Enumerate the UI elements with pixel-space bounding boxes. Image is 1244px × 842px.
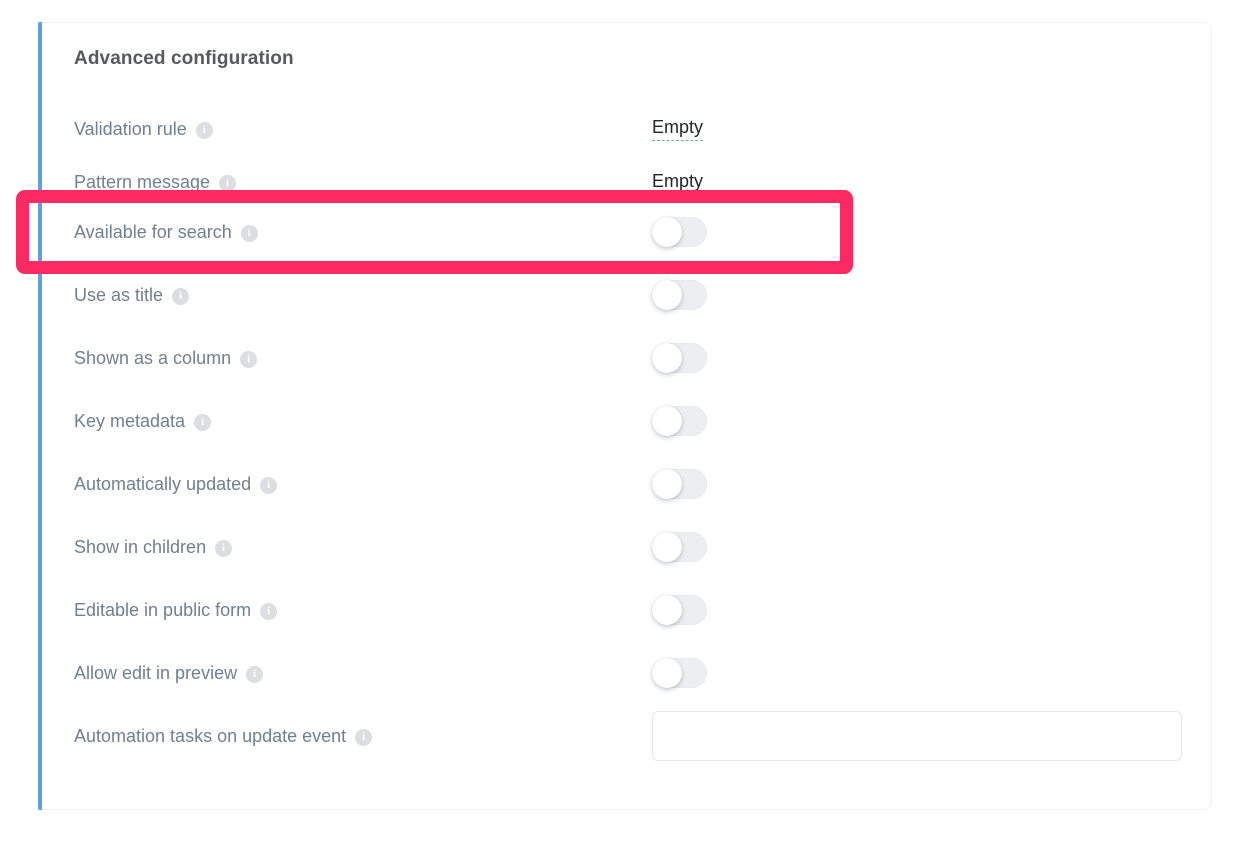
toggle-knob bbox=[652, 406, 682, 436]
empty-value-link[interactable]: Empty bbox=[652, 171, 703, 194]
empty-value-link[interactable]: Empty bbox=[652, 117, 703, 141]
row-label: Automatically updated i bbox=[74, 474, 652, 495]
info-icon[interactable]: i bbox=[240, 351, 257, 368]
row-label-text: Shown as a column bbox=[74, 348, 231, 369]
row-value bbox=[652, 343, 1184, 373]
info-icon[interactable]: i bbox=[241, 225, 258, 242]
toggle-knob bbox=[652, 280, 682, 310]
row-value bbox=[652, 658, 1184, 688]
config-row: Use as title i bbox=[74, 278, 1184, 312]
config-row: Show in children i bbox=[74, 530, 1184, 564]
toggle-knob bbox=[652, 469, 682, 499]
info-icon[interactable]: i bbox=[355, 729, 372, 746]
toggle-switch[interactable] bbox=[652, 343, 707, 373]
row-label: Allow edit in preview i bbox=[74, 663, 652, 684]
row-value bbox=[652, 469, 1184, 499]
toggle-knob bbox=[652, 532, 682, 562]
toggle-knob bbox=[652, 217, 682, 247]
row-label: Available for search i bbox=[74, 222, 652, 243]
toggle-switch[interactable] bbox=[652, 280, 707, 310]
row-label: Shown as a column i bbox=[74, 348, 652, 369]
toggle-knob bbox=[652, 343, 682, 373]
toggle-switch[interactable] bbox=[652, 217, 707, 247]
row-label-text: Validation rule bbox=[74, 119, 187, 140]
row-value bbox=[652, 532, 1184, 562]
config-row: Editable in public form i bbox=[74, 593, 1184, 627]
toggle-switch[interactable] bbox=[652, 595, 707, 625]
row-label-text: Key metadata bbox=[74, 411, 185, 432]
config-row: Automatically updated i bbox=[74, 467, 1184, 501]
row-label-text: Use as title bbox=[74, 285, 163, 306]
row-label: Use as title i bbox=[74, 285, 652, 306]
info-icon[interactable]: i bbox=[215, 540, 232, 557]
row-label-text: Automatically updated bbox=[74, 474, 251, 495]
row-label: Key metadata i bbox=[74, 411, 652, 432]
info-icon[interactable]: i bbox=[194, 414, 211, 431]
toggle-switch[interactable] bbox=[652, 532, 707, 562]
row-value bbox=[652, 217, 1184, 247]
row-value bbox=[652, 406, 1184, 436]
row-label: Validation rule i bbox=[74, 119, 652, 140]
info-icon[interactable]: i bbox=[172, 288, 189, 305]
row-label-text: Editable in public form bbox=[74, 600, 251, 621]
info-icon[interactable]: i bbox=[219, 175, 236, 192]
info-icon[interactable]: i bbox=[246, 666, 263, 683]
toggle-switch[interactable] bbox=[652, 469, 707, 499]
row-label: Pattern message i bbox=[74, 172, 652, 193]
automation-tasks-input[interactable] bbox=[652, 711, 1182, 761]
toggle-switch[interactable] bbox=[652, 658, 707, 688]
row-label-text: Pattern message bbox=[74, 172, 210, 193]
row-label-text: Automation tasks on update event bbox=[74, 726, 346, 747]
config-row: Pattern message i Empty bbox=[74, 165, 1184, 199]
row-value bbox=[652, 280, 1184, 310]
row-value: Empty bbox=[652, 117, 1184, 141]
config-row: Key metadata i bbox=[74, 404, 1184, 438]
info-icon[interactable]: i bbox=[260, 603, 277, 620]
page-title: Advanced configuration bbox=[74, 48, 294, 70]
config-row: Shown as a column i bbox=[74, 341, 1184, 375]
config-row: Available for search i bbox=[74, 215, 1184, 249]
card-accent-bar bbox=[38, 22, 42, 810]
toggle-knob bbox=[652, 595, 682, 625]
info-icon[interactable]: i bbox=[260, 477, 277, 494]
config-row: Validation rule i Empty bbox=[74, 112, 1184, 146]
row-label-text: Show in children bbox=[74, 537, 206, 558]
row-label: Automation tasks on update event i bbox=[74, 726, 652, 747]
toggle-knob bbox=[652, 658, 682, 688]
row-label: Show in children i bbox=[74, 537, 652, 558]
row-value bbox=[652, 595, 1184, 625]
row-label-text: Allow edit in preview bbox=[74, 663, 237, 684]
config-row: Allow edit in preview i bbox=[74, 656, 1184, 690]
row-label-text: Available for search bbox=[74, 222, 232, 243]
row-value bbox=[652, 711, 1184, 761]
toggle-switch[interactable] bbox=[652, 406, 707, 436]
config-row: Automation tasks on update event i bbox=[74, 719, 1184, 753]
row-label: Editable in public form i bbox=[74, 600, 652, 621]
row-value: Empty bbox=[652, 171, 1184, 194]
info-icon[interactable]: i bbox=[196, 122, 213, 139]
